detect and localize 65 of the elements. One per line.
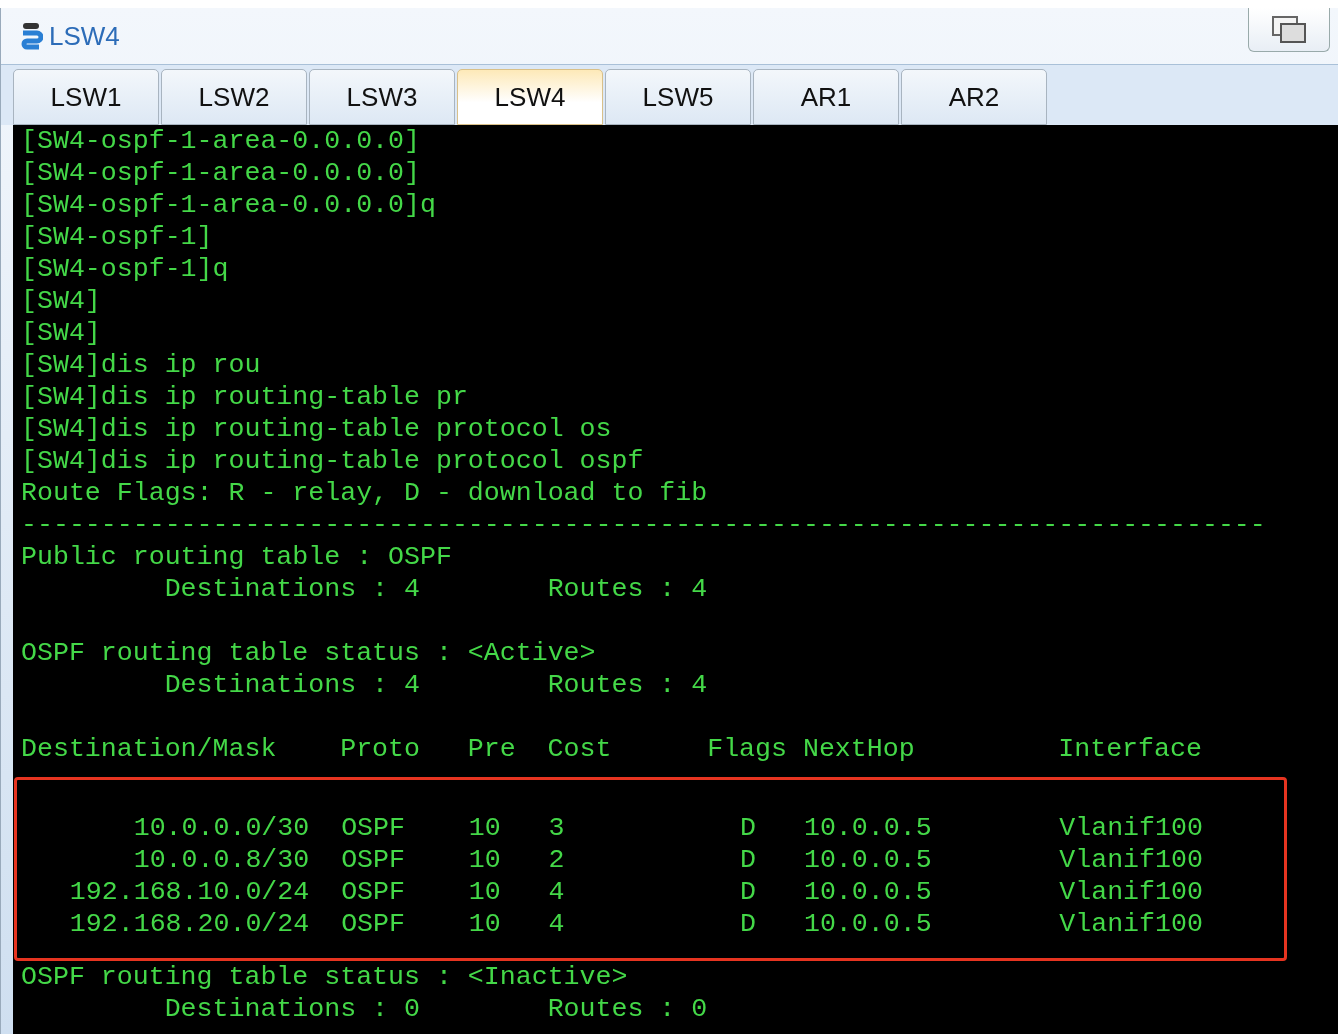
table-cell-text: 10 [468, 908, 502, 940]
console-line: [SW4-ospf-1-area-0.0.0.0]q [21, 189, 437, 221]
table-cell-text: 10.0.0.5 [803, 844, 933, 876]
console-line: OSPF routing table status : <Active> [21, 637, 597, 669]
console-line: ------------------------------------------------------------------------------ [21, 509, 1267, 541]
console-line: Destinations : 4 Routes : 4 [163, 669, 709, 701]
table-cell-text: OSPF [341, 908, 406, 940]
column-header: Destination/Mask [21, 733, 278, 765]
device-tab[interactable]: LSW3 [309, 69, 455, 125]
console-line: Public routing table : OSPF [21, 541, 453, 573]
table-cell-text: 2 [548, 844, 566, 876]
console-line: [SW4-ospf-1-area-0.0.0.0] [21, 125, 421, 157]
device-tab[interactable]: LSW1 [13, 69, 159, 125]
console-line: Route Flags: R - relay, D - download to fib [21, 477, 709, 509]
switch-icon [19, 21, 43, 51]
table-cell-text: D [740, 844, 758, 876]
console-line: OSPF routing table status : <Inactive> [21, 961, 629, 993]
console-line: [SW4]dis ip rou [21, 349, 262, 381]
device-tab[interactable]: LSW2 [161, 69, 307, 125]
table-cell: Vlanif100 [1059, 844, 1203, 876]
console-line: Destinations : 4 Routes : 4 [163, 573, 709, 605]
table-cell-text: 4 [548, 908, 566, 940]
table-cell-text: 192.168.20.0/24 [68, 908, 310, 940]
console-line: [SW4]dis ip routing-table protocol ospf [21, 445, 645, 477]
column-header: Cost [547, 733, 613, 765]
table-cell-text: 10.0.0.5 [803, 812, 933, 844]
table-cell-text: D [740, 876, 758, 908]
console-line: [SW4]dis ip routing-table protocol os [21, 413, 613, 445]
console-line: Destinations : 0 Routes : 0 [163, 993, 709, 1025]
table-cell-text: 10 [468, 844, 502, 876]
table-cell: Vlanif100 [1059, 908, 1203, 940]
window-title: LSW4 [49, 20, 120, 52]
restore-icon [1269, 14, 1309, 45]
device-tab[interactable]: AR1 [753, 69, 899, 125]
table-cell: Vlanif100 [1059, 812, 1203, 844]
console-line: [SW4-ospf-1] [21, 221, 214, 253]
table-cell-text: 3 [548, 812, 566, 844]
table-cell-text: OSPF [341, 812, 406, 844]
column-header: Interface [1058, 733, 1202, 765]
device-tab[interactable]: AR2 [901, 69, 1047, 125]
column-header: Proto [340, 733, 421, 765]
restore-button[interactable] [1248, 8, 1330, 52]
table-cell-text: 10.0.0.0/30 [132, 812, 310, 844]
table-cell-text: 192.168.10.0/24 [68, 876, 310, 908]
console-line: [SW4] [21, 285, 102, 317]
console-line: [SW4-ospf-1]q [21, 253, 230, 285]
table-cell-text: 10 [468, 812, 502, 844]
column-header: Flags [707, 733, 788, 765]
table-cell-text: OSPF [341, 876, 406, 908]
table-cell-text: D [740, 908, 758, 940]
column-header: Pre [467, 733, 517, 765]
table-cell-text: 10 [468, 876, 502, 908]
table-cell-text: 4 [548, 876, 566, 908]
table-cell-text: 10.0.0.8/30 [132, 844, 310, 876]
console-line: [SW4]dis ip routing-table pr [21, 381, 469, 413]
table-cell-text: D [740, 812, 758, 844]
console-line: [SW4-ospf-1-area-0.0.0.0] [21, 157, 421, 189]
table-cell-text: 10.0.0.5 [803, 908, 933, 940]
device-tab[interactable]: LSW5 [605, 69, 751, 125]
table-cell-text: 10.0.0.5 [803, 876, 933, 908]
console-line: [SW4] [21, 317, 102, 349]
table-cell: Vlanif100 [1059, 876, 1203, 908]
device-tab[interactable]: LSW4 [457, 69, 603, 125]
table-cell-text: OSPF [341, 844, 406, 876]
column-header: NextHop [802, 733, 916, 765]
